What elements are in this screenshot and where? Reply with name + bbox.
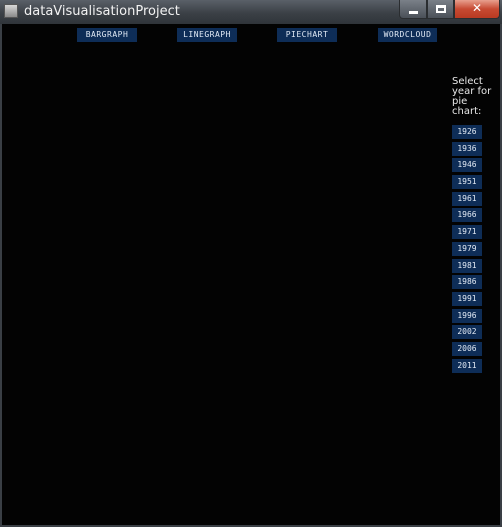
maximize-icon	[436, 5, 446, 13]
close-icon: ✕	[471, 1, 483, 15]
app-icon	[4, 4, 18, 18]
year-button-1936[interactable]: 1936	[452, 141, 482, 156]
minimize-icon	[409, 11, 418, 14]
maximize-button[interactable]	[427, 0, 454, 19]
linegraph-button[interactable]: LINEGRAPH	[177, 28, 237, 42]
year-button-1991[interactable]: 1991	[452, 291, 482, 306]
year-button-1946[interactable]: 1946	[452, 158, 482, 173]
minimize-button[interactable]	[399, 0, 427, 19]
year-button-1971[interactable]: 1971	[452, 225, 482, 240]
year-select-prompt: Select year for pie chart:	[452, 76, 492, 117]
year-button-1979[interactable]: 1979	[452, 241, 482, 256]
window-title: dataVisualisationProject	[24, 4, 180, 19]
piechart-button[interactable]: PIECHART	[277, 28, 337, 42]
year-button-1961[interactable]: 1961	[452, 191, 482, 206]
year-button-1981[interactable]: 1981	[452, 258, 482, 273]
title-bar[interactable]: dataVisualisationProject ✕	[0, 0, 502, 24]
year-button-1996[interactable]: 1996	[452, 308, 482, 323]
wordcloud-button[interactable]: WORDCLOUD	[378, 28, 437, 42]
sketch-canvas	[2, 24, 500, 525]
year-button-list: 1926 1936 1946 1951 1961 1966 1971 1979 …	[452, 125, 482, 375]
bargraph-button[interactable]: BARGRAPH	[77, 28, 137, 42]
year-button-1951[interactable]: 1951	[452, 175, 482, 190]
close-button[interactable]: ✕	[454, 0, 500, 19]
year-button-1986[interactable]: 1986	[452, 275, 482, 290]
year-button-1966[interactable]: 1966	[452, 208, 482, 223]
year-button-2011[interactable]: 2011	[452, 358, 482, 373]
year-button-1926[interactable]: 1926	[452, 125, 482, 139]
year-button-2006[interactable]: 2006	[452, 341, 482, 356]
year-button-2002[interactable]: 2002	[452, 325, 482, 340]
app-window: dataVisualisationProject ✕ BARGRAPH LINE…	[0, 0, 502, 527]
